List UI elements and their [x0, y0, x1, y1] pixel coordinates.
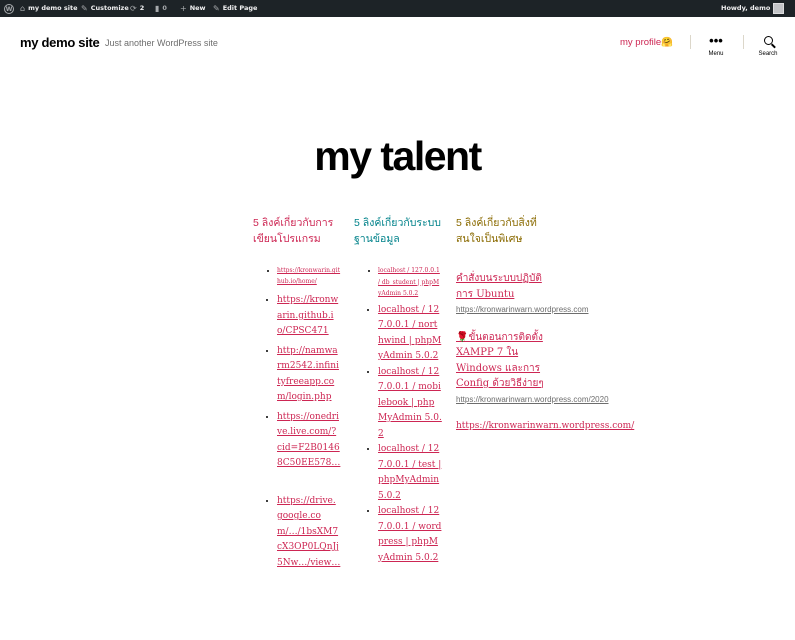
link[interactable]: localhost / 127.0.0.1 / db_student | php…: [378, 267, 440, 297]
comments-link[interactable]: ▮ 0: [155, 0, 167, 17]
updates-count: 2: [139, 4, 145, 12]
programming-links-column: 5 ลิงค์เกี่ยวกับการเขียนโปรแกรม https://…: [253, 215, 341, 575]
rss-item: คำสั่งบนระบบปฏิบัติการ Ubuntu https://kr…: [456, 271, 589, 315]
search-label: Search: [758, 51, 778, 57]
my-account-menu[interactable]: Howdy, demo: [721, 0, 785, 17]
pencil-icon: ✎: [213, 4, 220, 13]
customize-link[interactable]: ✎ Customize: [81, 0, 129, 17]
link[interactable]: http://namwarm2542.infinityfreeapp.com/l…: [277, 346, 339, 403]
comments-count: 0: [162, 4, 167, 12]
home-icon: ⌂: [20, 4, 26, 13]
interests-column: 5 ลิงค์เกี่ยวกับสิ่งที่สนใจเป็นพิเศษ คำส…: [456, 215, 634, 435]
list-item: https://kronwarin.github.io/home/: [277, 265, 341, 287]
updates-icon: ⟳: [130, 4, 137, 13]
link[interactable]: localhost / 127.0.0.1 / mobilebook | php…: [378, 367, 442, 439]
edit-page-label: Edit Page: [222, 4, 258, 12]
list-item: https://kronwarin.github.io/CPSC471: [277, 293, 341, 340]
rss-item-title[interactable]: 🌹ขั้นตอนการติดตั้ง XAMPP 7 ใน Windows แล…: [456, 330, 544, 392]
edit-page-link[interactable]: ✎ Edit Page: [213, 0, 257, 17]
brush-icon: ✎: [81, 4, 88, 13]
wordpress-logo-icon: [4, 1, 14, 18]
list-item: https://onedrive.live.com/?cid=F2B01468C…: [277, 410, 341, 472]
site-name-label: my demo site: [28, 4, 78, 12]
comment-icon: ▮: [155, 4, 160, 13]
list-item: localhost / 127.0.0.1 / northwind | phpM…: [378, 303, 442, 365]
link[interactable]: localhost / 127.0.0.1 / wordpress | phpM…: [378, 506, 441, 563]
column-heading: 5 ลิงค์เกี่ยวกับระบบฐานข้อมูล: [354, 217, 441, 245]
ellipsis-icon: •••: [709, 33, 723, 48]
list-item: https://drive.google.com/…/1bsXM7cX3OP0L…: [277, 494, 341, 572]
wordpress-logo-menu[interactable]: [4, 0, 14, 18]
search-button[interactable]: Search: [748, 32, 788, 57]
admin-bar: ⌂ my demo site ✎ Customize ⟳ 2 ▮ 0 + New…: [0, 0, 795, 18]
avatar: [773, 3, 785, 14]
menu-button[interactable]: ••• Menu: [696, 32, 736, 57]
site-tagline: Just another WordPress site: [105, 38, 218, 48]
list-item: localhost / 127.0.0.1 / test | phpMyAdmi…: [378, 442, 442, 504]
rss-item-title[interactable]: คำสั่งบนระบบปฏิบัติการ Ubuntu: [456, 271, 544, 302]
nav-link-my-profile[interactable]: my profile🤗: [620, 37, 673, 48]
link[interactable]: https://kronwarinwarn.wordpress.com/: [456, 419, 634, 435]
customize-label: Customize: [90, 4, 129, 12]
rss-item-url[interactable]: https://kronwarinwarn.wordpress.com: [456, 305, 589, 315]
menu-label: Menu: [708, 51, 724, 57]
updates-link[interactable]: ⟳ 2: [130, 0, 144, 17]
new-content-menu[interactable]: + New: [180, 0, 206, 17]
database-links-column: 5 ลิงค์เกี่ยวกับระบบฐานข้อมูล localhost …: [354, 215, 442, 566]
list-item: http://namwarm2542.infinityfreeapp.com/l…: [277, 344, 341, 406]
rss-item-url[interactable]: https://kronwarinwarn.wordpress.com/2020: [456, 395, 609, 405]
link[interactable]: https://kronwarin.github.io/home/: [277, 267, 340, 285]
header-divider: [690, 35, 691, 49]
header-divider: [743, 35, 744, 49]
link[interactable]: https://kronwarin.github.io/CPSC471: [277, 295, 338, 336]
howdy-label: Howdy, demo: [721, 4, 771, 12]
list-item: localhost / 127.0.0.1 / wordpress | phpM…: [378, 504, 442, 566]
search-icon: [763, 36, 773, 45]
link[interactable]: localhost / 127.0.0.1 / northwind | phpM…: [378, 305, 441, 362]
site-name-menu[interactable]: ⌂ my demo site: [20, 0, 78, 17]
link-list: localhost / 127.0.0.1 / db_student | php…: [354, 265, 442, 566]
list-item: localhost / 127.0.0.1 / db_student | php…: [378, 265, 442, 300]
page-title: my talent: [314, 133, 482, 180]
link[interactable]: https://drive.google.com/…/1bsXM7cX3OP0L…: [277, 496, 340, 568]
link-list: https://kronwarin.github.io/home/ https:…: [253, 265, 341, 571]
link[interactable]: https://onedrive.live.com/?cid=F2B01468C…: [277, 412, 340, 469]
column-heading: 5 ลิงค์เกี่ยวกับสิ่งที่สนใจเป็นพิเศษ: [456, 217, 537, 245]
plus-icon: +: [180, 4, 187, 13]
new-label: New: [189, 4, 206, 12]
list-item: localhost / 127.0.0.1 / mobilebook | php…: [378, 365, 442, 443]
column-heading: 5 ลิงค์เกี่ยวกับการเขียนโปรแกรม: [253, 217, 334, 245]
rss-item: 🌹ขั้นตอนการติดตั้ง XAMPP 7 ใน Windows แล…: [456, 330, 609, 405]
link[interactable]: localhost / 127.0.0.1 / test | phpMyAdmi…: [378, 444, 441, 501]
site-title[interactable]: my demo site: [20, 35, 100, 50]
